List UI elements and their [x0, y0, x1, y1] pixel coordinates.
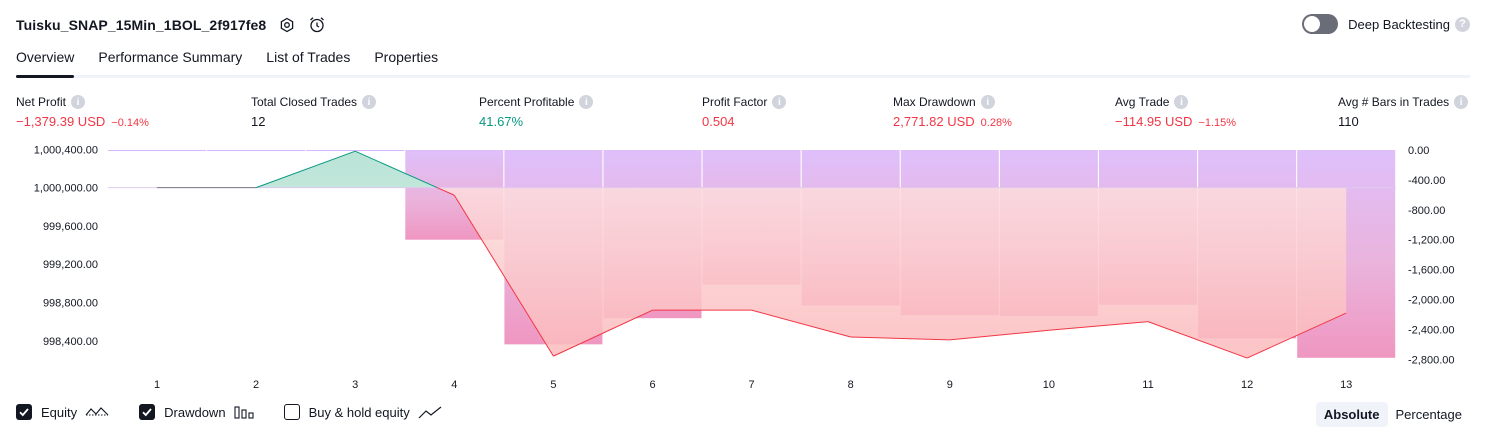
info-icon[interactable]: i	[980, 95, 995, 109]
toggle-knob	[1304, 16, 1321, 32]
left-axis-tick-label: 999,200.00	[43, 259, 98, 271]
metric-total-closed-trades: Total Closed Trades i 12	[251, 94, 377, 129]
buy-hold-checkbox[interactable]: Buy & hold equity	[283, 404, 442, 420]
left-axis-tick-label: 1,000,000.00	[34, 183, 98, 195]
unchecked-box-icon	[283, 404, 300, 420]
add-alert-icon[interactable]	[308, 16, 326, 34]
strategy-title: Tuisku_SNAP_15Min_1BOL_2f917fe8	[16, 17, 267, 33]
metric-label: Avg Trade	[1115, 95, 1170, 109]
x-axis-tick-label: 1	[154, 379, 160, 391]
metric-label: Total Closed Trades	[251, 95, 358, 109]
metric-percent: 0.28%	[980, 117, 1012, 129]
metric-percent: −0.14%	[111, 117, 149, 129]
deep-backtesting-label: Deep Backtesting	[1348, 16, 1450, 32]
x-axis-tick-label: 9	[947, 379, 953, 391]
metric-label: Profit Factor	[702, 95, 768, 109]
x-axis-tick-label: 5	[550, 379, 556, 391]
right-axis-tick-label: -400.00	[1408, 175, 1445, 187]
drawdown-bar	[306, 150, 405, 151]
right-axis-tick-label: -2,000.00	[1408, 295, 1454, 307]
percentage-button[interactable]: Percentage	[1388, 402, 1471, 427]
tab-properties[interactable]: Properties	[374, 48, 438, 75]
x-axis-tick-label: 13	[1340, 379, 1352, 391]
metric-percent-profitable: Percent Profitable i 41.67%	[479, 94, 594, 129]
drawdown-bar	[108, 150, 206, 151]
x-axis-tick-label: 6	[649, 379, 655, 391]
info-icon[interactable]: i	[71, 95, 86, 109]
info-icon[interactable]: i	[1174, 95, 1189, 109]
tab-bar: Overview Performance Summary List of Tra…	[16, 48, 1470, 78]
buy-hold-line-icon	[418, 405, 442, 419]
equity-label: Equity	[41, 404, 78, 420]
info-icon[interactable]: i	[1454, 95, 1469, 109]
metric-label: Percent Profitable	[479, 95, 575, 109]
settings-icon[interactable]	[278, 16, 296, 34]
header: Tuisku_SNAP_15Min_1BOL_2f917fe8	[16, 14, 326, 36]
metric-net-profit: Net Profit i −1,379.39 USD −0.14%	[16, 94, 149, 129]
right-axis-tick-label: -800.00	[1408, 205, 1445, 217]
right-axis-tick-label: -1,600.00	[1408, 265, 1454, 277]
tab-overview[interactable]: Overview	[16, 48, 75, 78]
metric-value: −1,379.39 USD	[16, 114, 106, 129]
metric-label: Max Drawdown	[893, 95, 976, 109]
right-axis-tick-label: 0.00	[1408, 145, 1429, 157]
x-axis-tick-label: 2	[253, 379, 259, 391]
right-axis-tick-label: -1,200.00	[1408, 235, 1454, 247]
info-icon[interactable]: i	[362, 95, 377, 109]
metric-value: 110	[1338, 114, 1359, 129]
metric-avg-trade: Avg Trade i −114.95 USD −1.15%	[1115, 94, 1236, 129]
chart-legend: Equity Drawdown Buy & hold equity	[16, 404, 472, 420]
equity-checkbox[interactable]: Equity	[16, 404, 109, 420]
deep-backtesting: Deep Backtesting ?	[1302, 14, 1470, 34]
scale-mode-switch: Absolute Percentage	[1315, 402, 1471, 427]
x-axis-tick-label: 10	[1043, 379, 1055, 391]
tab-performance-summary[interactable]: Performance Summary	[98, 48, 242, 75]
metric-value: −114.95 USD	[1115, 114, 1193, 129]
drawdown-checkbox[interactable]: Drawdown	[139, 404, 254, 420]
info-icon[interactable]: i	[579, 95, 594, 109]
metric-value: 12	[251, 114, 266, 129]
metric-label: Net Profit	[16, 95, 67, 109]
metric-profit-factor: Profit Factor i 0.504	[702, 94, 787, 129]
metric-avg-bars: Avg # Bars in Trades i 110	[1338, 94, 1469, 129]
info-icon[interactable]: i	[772, 95, 787, 109]
x-axis-tick-label: 4	[451, 379, 457, 391]
drawdown-bar	[207, 150, 306, 151]
metric-max-drawdown: Max Drawdown i 2,771.82 USD 0.28%	[893, 94, 1012, 129]
check-icon	[16, 404, 32, 420]
drawdown-label: Drawdown	[164, 404, 226, 420]
metric-value: 41.67%	[479, 114, 524, 129]
equity-drawdown-chart[interactable]: 1,000,400.00 1,000,000.00 999,600.00 999,20…	[0, 140, 1486, 395]
x-axis-tick-label: 12	[1241, 379, 1253, 391]
left-axis-tick-label: 998,400.00	[43, 336, 98, 348]
check-icon	[139, 404, 156, 420]
left-axis-tick-label: 1,000,400.00	[34, 144, 98, 156]
metric-label: Avg # Bars in Trades	[1338, 95, 1450, 109]
metric-value: 0.504	[702, 114, 735, 129]
x-axis-tick-label: 11	[1142, 379, 1153, 391]
metric-percent: −1.15%	[1198, 117, 1237, 129]
left-axis-tick-label: 999,600.00	[43, 221, 98, 233]
tab-list-of-trades[interactable]: List of Trades	[266, 48, 350, 75]
x-axis-tick-label: 7	[749, 379, 755, 391]
absolute-button[interactable]: Absolute	[1315, 402, 1388, 427]
x-axis-tick-label: 3	[352, 379, 358, 391]
metric-value: 2,771.82 USD	[893, 114, 975, 129]
right-axis-tick-label: -2,800.00	[1408, 354, 1454, 366]
deep-backtesting-toggle[interactable]	[1302, 14, 1339, 34]
drawdown-bars-icon	[234, 405, 254, 419]
buy-hold-label: Buy & hold equity	[308, 404, 410, 420]
equity-line-icon	[85, 405, 109, 419]
x-axis-tick-label: 8	[848, 379, 854, 391]
left-axis-tick-label: 998,800.00	[43, 298, 98, 310]
right-axis-tick-label: -2,400.00	[1408, 324, 1454, 336]
help-icon[interactable]: ?	[1455, 16, 1470, 32]
